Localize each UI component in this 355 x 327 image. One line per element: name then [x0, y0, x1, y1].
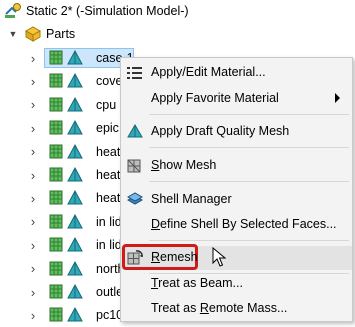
menu-separator	[149, 240, 349, 241]
mesh-part-icon	[49, 119, 89, 140]
part-row[interactable]: › heats	[0, 187, 127, 210]
menu-item-apply-draft-quality-mesh[interactable]: Apply Draft Quality Mesh	[121, 120, 352, 144]
menu-item-treat-as-remote-mass[interactable]: Treat as Remote Mass...	[121, 297, 352, 321]
part-label: in lid	[96, 214, 122, 229]
menu-item-label: Treat as Remote Mass...	[151, 301, 288, 315]
show-mesh-icon	[126, 157, 144, 175]
menu-item-label-prefix: Treat as	[151, 301, 200, 315]
menu-item-show-mesh[interactable]: Show Mesh	[121, 154, 352, 178]
expand-caret-icon[interactable]: ›	[27, 214, 39, 229]
mesh-part-icon	[49, 49, 89, 70]
part-row[interactable]: › pc10	[0, 304, 123, 327]
mesh-part-icon	[49, 72, 89, 93]
static-study-icon	[4, 2, 22, 23]
menu-item-label-rest: emesh	[160, 250, 198, 264]
parts-folder-icon	[24, 25, 42, 46]
mesh-part-icon	[49, 143, 89, 164]
menu-item-shell-manager[interactable]: Shell Manager	[121, 188, 352, 212]
part-label: in lid	[96, 238, 122, 253]
submenu-arrow-icon	[335, 93, 340, 103]
menu-item-label-rest: reat as Beam...	[158, 276, 243, 290]
menu-separator	[149, 181, 349, 182]
expand-caret-icon[interactable]: ›	[27, 308, 39, 323]
study-row[interactable]: Static 2* (-Simulation Model-)	[0, 0, 355, 22]
expand-caret-icon[interactable]: ›	[27, 121, 39, 136]
expand-caret-icon[interactable]: ›	[27, 238, 39, 253]
expand-caret-icon[interactable]: ›	[27, 51, 39, 66]
expand-caret-icon[interactable]: ›	[27, 97, 39, 112]
part-row[interactable]: › heat	[0, 164, 120, 186]
mesh-part-icon	[49, 189, 89, 210]
menu-item-apply-edit-material[interactable]: Apply/Edit Material...	[121, 61, 352, 85]
part-row[interactable]: › in lid	[0, 211, 122, 234]
mouse-pointer-icon	[212, 246, 227, 270]
menu-item-remesh[interactable]: Remesh	[121, 244, 352, 270]
part-row[interactable]: › in lid	[0, 234, 122, 257]
material-list-icon	[126, 64, 144, 82]
menu-item-label: Treat as Beam...	[151, 276, 243, 290]
part-label: heat	[96, 168, 121, 182]
menu-separator	[149, 114, 349, 115]
menu-item-label: Apply Favorite Material	[151, 91, 279, 105]
mesh-part-icon	[49, 166, 89, 187]
menu-item-label: Shell Manager	[151, 192, 232, 206]
menu-separator	[149, 147, 349, 148]
expand-caret-icon[interactable]: ›	[27, 74, 39, 89]
draft-mesh-icon	[126, 123, 144, 141]
menu-item-define-shell[interactable]: Define Shell By Selected Faces...	[121, 213, 352, 237]
menu-item-label-rest: efine Shell By Selected Faces...	[160, 217, 337, 231]
part-row[interactable]: › cove	[0, 70, 123, 93]
part-row[interactable]: › case-1	[0, 47, 134, 70]
remesh-icon	[126, 249, 144, 267]
expand-caret-icon[interactable]: ›	[27, 191, 39, 206]
shell-manager-icon	[126, 191, 144, 209]
part-row[interactable]: › epic	[0, 117, 120, 139]
menu-item-label-rest: how Mesh	[159, 158, 217, 172]
mesh-part-icon	[49, 306, 89, 327]
expand-caret-icon[interactable]: ›	[27, 285, 39, 300]
part-row[interactable]: › north	[0, 258, 125, 281]
part-label: heat	[96, 144, 121, 159]
expand-caret-icon[interactable]: ›	[27, 261, 39, 276]
parts-folder-label: Parts	[46, 27, 76, 41]
menu-item-treat-as-beam[interactable]: Treat as Beam...	[121, 272, 352, 296]
part-row[interactable]: › cpu c	[0, 94, 126, 117]
collapse-caret-icon[interactable]: ▼	[7, 28, 19, 40]
menu-item-label-rest: emote Mass...	[208, 301, 288, 315]
feature-tree: Static 2* (-Simulation Model-) ▼ Parts ›…	[0, 0, 355, 323]
study-title: Static 2* (-Simulation Model-)	[26, 4, 189, 18]
mesh-part-icon	[49, 260, 89, 281]
mesh-part-icon	[49, 236, 89, 257]
menu-item-label: Apply Draft Quality Mesh	[151, 124, 290, 138]
expand-caret-icon[interactable]: ›	[27, 144, 39, 159]
mesh-part-icon	[49, 213, 89, 234]
menu-item-label: Apply/Edit Material...	[151, 65, 266, 79]
expand-caret-icon[interactable]: ›	[27, 168, 39, 183]
context-menu: Apply/Edit Material... Apply Favorite Ma…	[120, 57, 353, 322]
parts-folder-row[interactable]: ▼ Parts	[0, 23, 355, 45]
menu-item-apply-favorite-material[interactable]: Apply Favorite Material	[121, 87, 352, 111]
mesh-part-icon	[49, 283, 89, 304]
menu-item-label: Define Shell By Selected Faces...	[151, 217, 337, 231]
part-label: epic	[96, 121, 119, 136]
mesh-part-icon	[49, 96, 89, 117]
menu-item-label: Show Mesh	[151, 158, 217, 172]
part-label: cove	[96, 74, 123, 89]
part-row[interactable]: › heat	[0, 141, 120, 163]
part-row[interactable]: › outle	[0, 281, 123, 304]
menu-item-label: Remesh	[151, 250, 198, 264]
